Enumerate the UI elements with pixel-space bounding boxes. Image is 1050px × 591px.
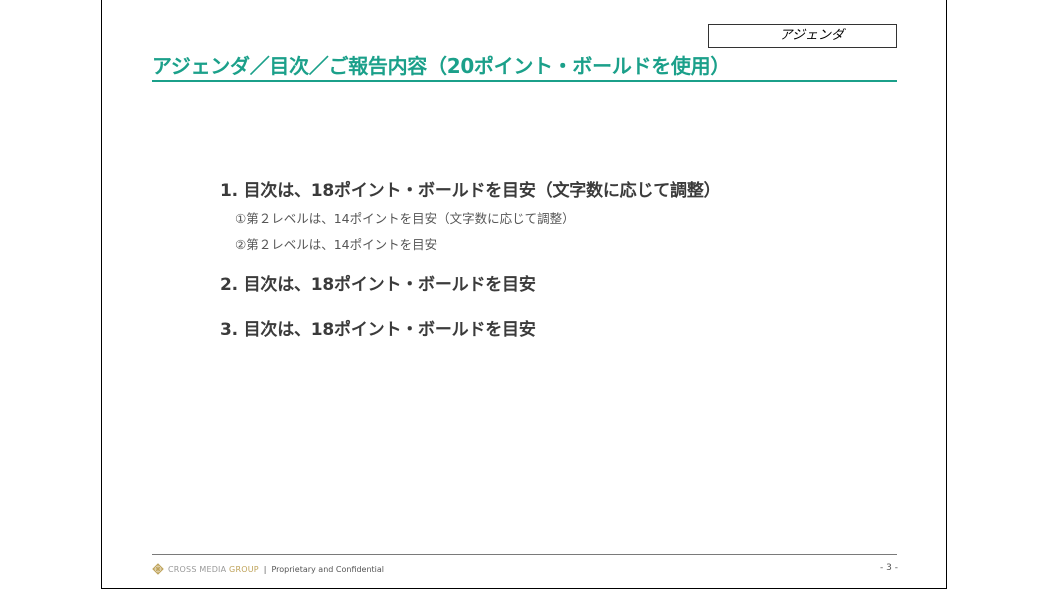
cross-media-group-logo-icon bbox=[152, 563, 164, 575]
agenda-subitem-2: ②第２レベルは、14ポイントを目安 bbox=[235, 237, 438, 252]
section-tag: アジェンダ bbox=[708, 24, 897, 48]
agenda-subitem-1: ①第２レベルは、14ポイントを目安（文字数に応じて調整） bbox=[235, 211, 575, 226]
footer: CROSS MEDIA GROUP | Proprietary and Conf… bbox=[152, 563, 384, 575]
agenda-item-1: 1. 目次は、18ポイント・ボールドを目安（文字数に応じて調整） bbox=[220, 181, 721, 201]
title-underline bbox=[152, 80, 897, 82]
slide: アジェンダ アジェンダ／目次／ご報告内容（20ポイント・ボールドを使用） 1. … bbox=[101, 0, 947, 589]
footer-divider bbox=[152, 554, 897, 555]
confidential-notice: Proprietary and Confidential bbox=[271, 564, 385, 574]
agenda-item-2: 2. 目次は、18ポイント・ボールドを目安 bbox=[220, 275, 536, 295]
agenda-item-3: 3. 目次は、18ポイント・ボールドを目安 bbox=[220, 320, 536, 340]
slide-title: アジェンダ／目次／ご報告内容（20ポイント・ボールドを使用） bbox=[152, 54, 731, 78]
page-number: - 3 - bbox=[880, 563, 898, 573]
footer-separator: | bbox=[263, 564, 267, 574]
company-logo-text: CROSS MEDIA GROUP bbox=[168, 564, 259, 574]
